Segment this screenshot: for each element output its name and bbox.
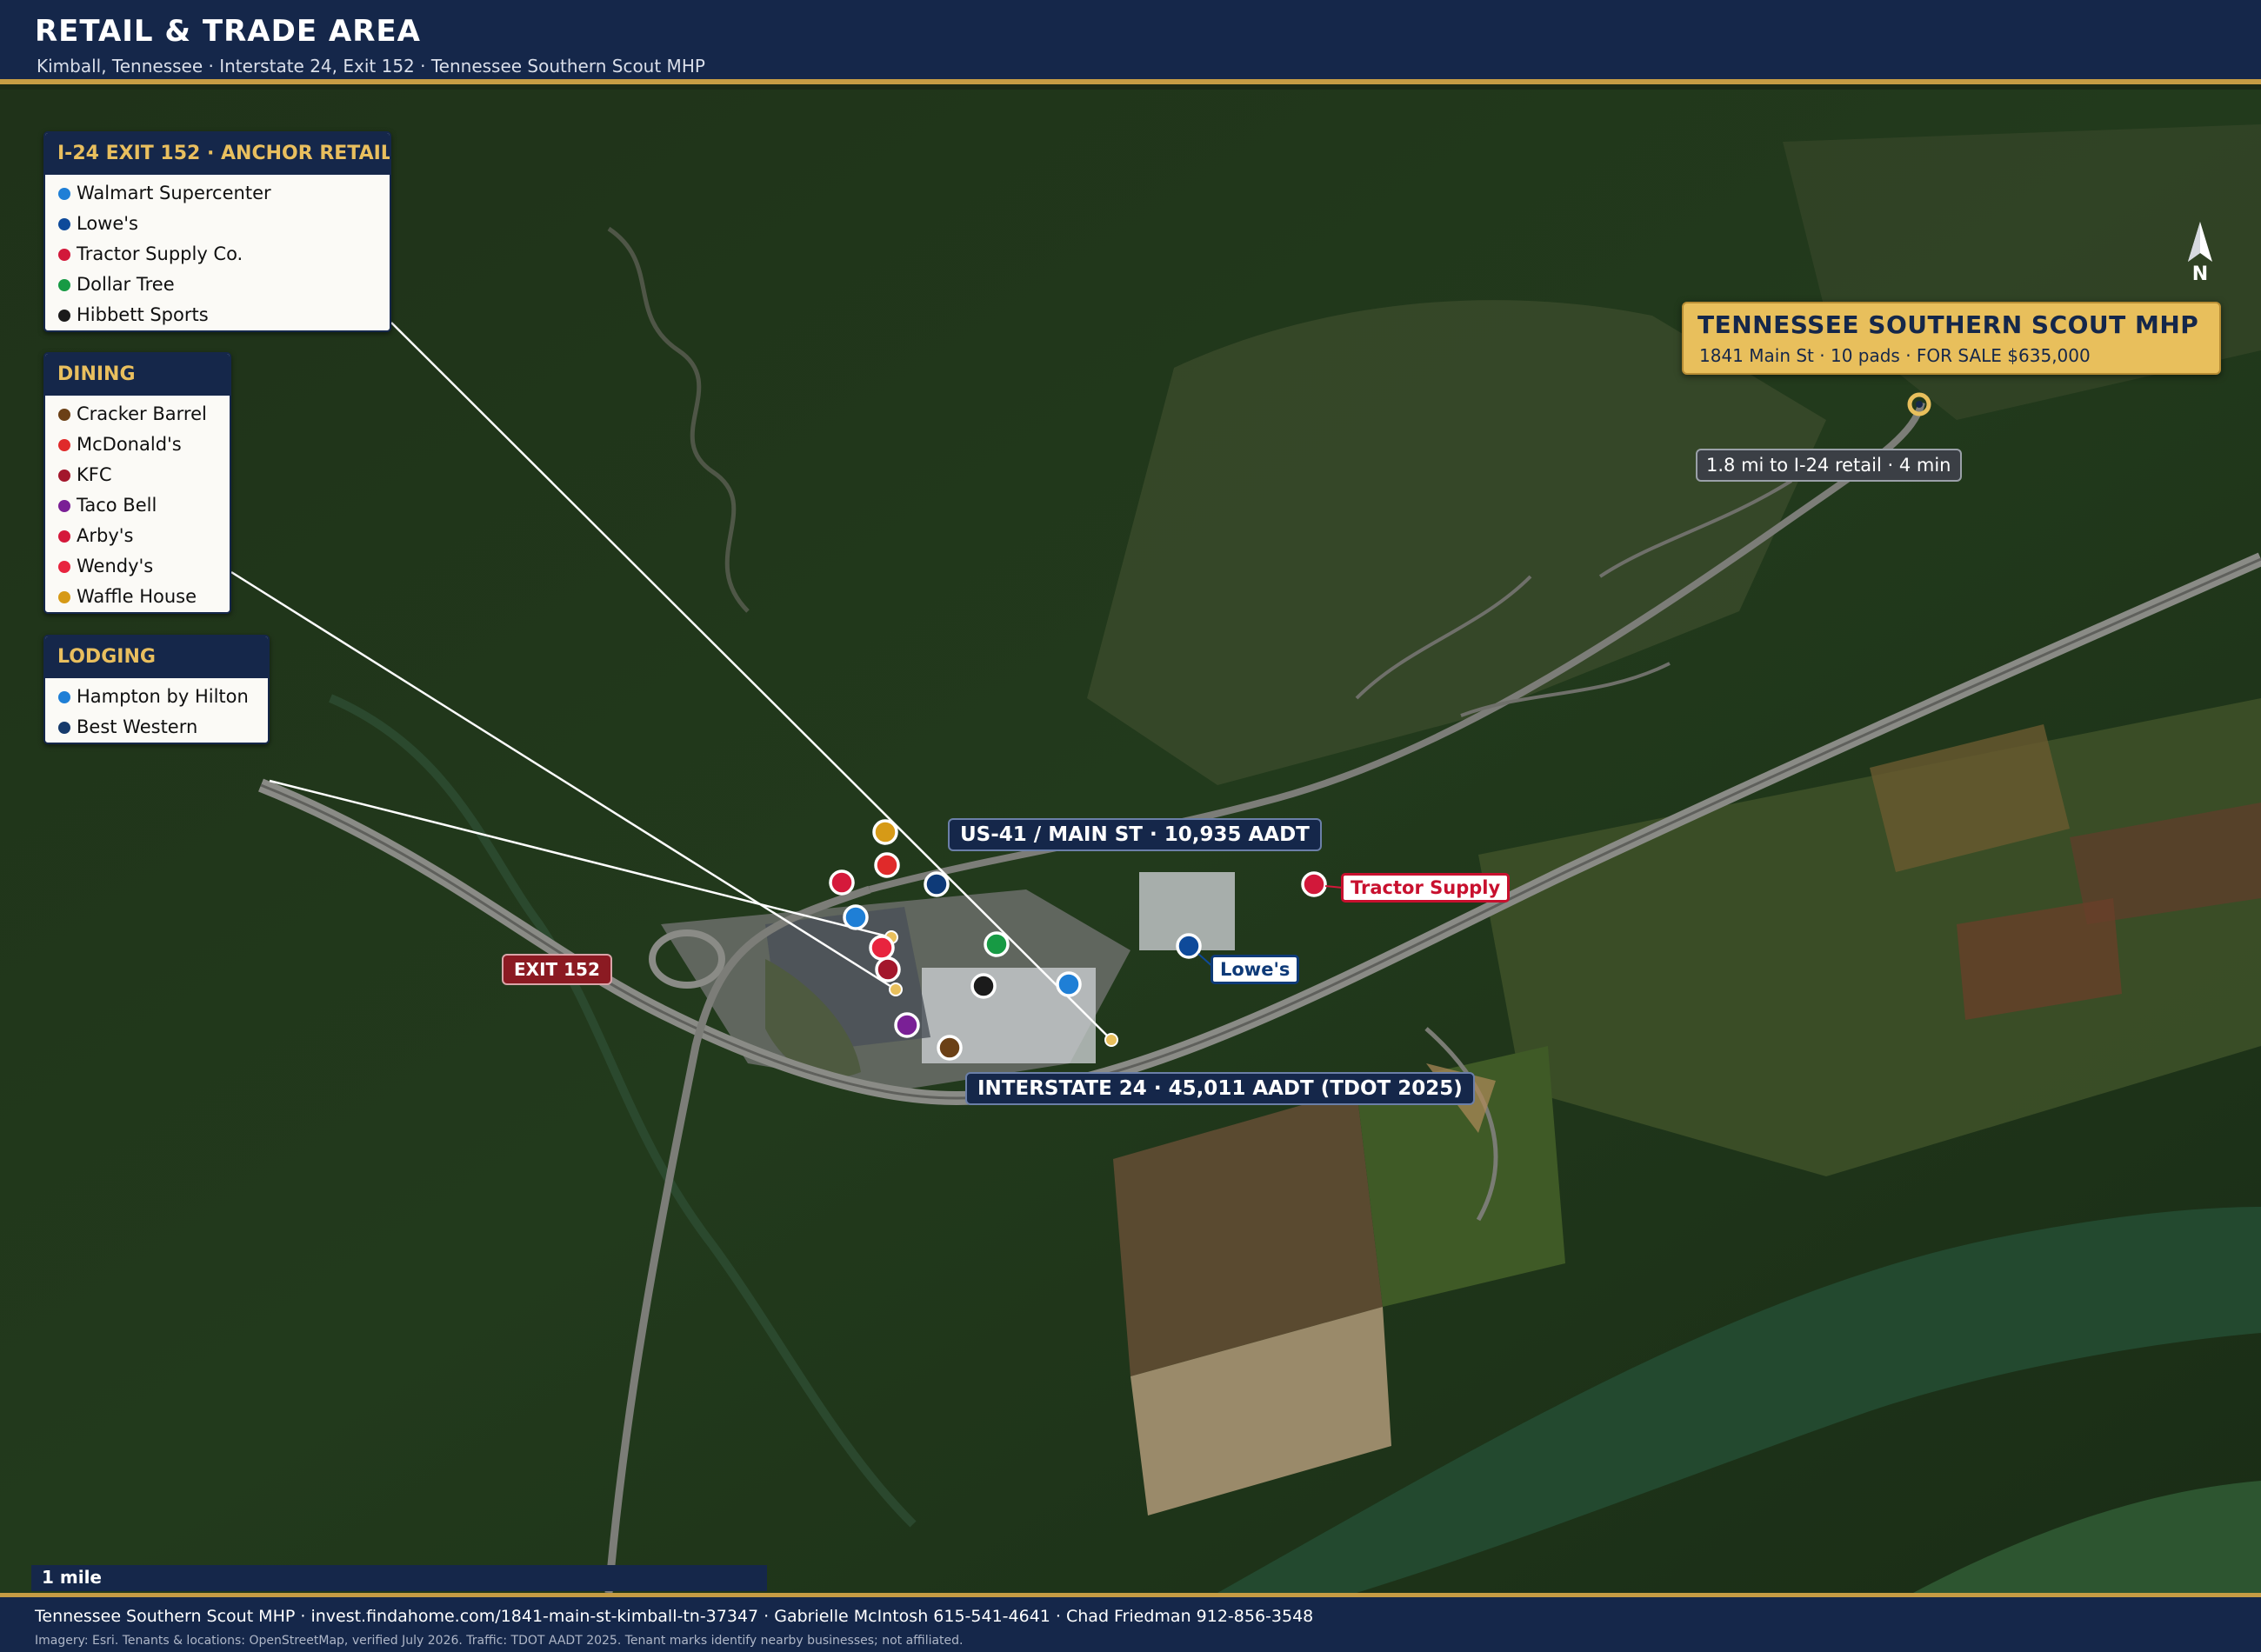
legend-item: Wendy's — [45, 551, 230, 582]
legend-item: Lowe's — [45, 209, 390, 239]
marker-kfc[interactable] — [875, 956, 901, 983]
legend-item: Hibbett Sports — [45, 300, 390, 330]
marker-lowes[interactable] — [1176, 933, 1202, 959]
legend-dot-icon — [58, 722, 70, 734]
legend-item: Arby's — [45, 521, 230, 551]
dining-cluster-point — [889, 983, 903, 996]
north-arrow-icon — [2188, 222, 2212, 262]
marker-tractor-supply[interactable] — [1301, 871, 1327, 897]
anchor-cluster-point — [1104, 1033, 1118, 1047]
marker-walmart[interactable] — [1056, 971, 1082, 997]
legend-dot-icon — [58, 470, 70, 482]
legend-item-label: Hibbett Sports — [77, 304, 209, 325]
legend-item-label: Lowe's — [77, 213, 138, 234]
legend-dot-icon — [58, 691, 70, 703]
legend-lodging-list: Hampton by Hilton Best Western — [45, 678, 268, 743]
legend-dining-title: DINING — [45, 354, 230, 396]
legend-item: Waffle House — [45, 582, 230, 612]
legend-item-label: Walmart Supercenter — [77, 183, 271, 203]
tractor-supply-tag[interactable]: Tractor Supply — [1341, 873, 1511, 903]
property-detail: 1841 Main St · 10 pads · FOR SALE $635,0… — [1699, 345, 2091, 366]
lowes-tag[interactable]: Lowe's — [1211, 955, 1300, 984]
i24-label: INTERSTATE 24 · 45,011 AADT (TDOT 2025) — [965, 1072, 1475, 1105]
legend-item-label: Dollar Tree — [77, 274, 175, 295]
legend-item: Best Western — [45, 712, 268, 743]
legend-dot-icon — [58, 561, 70, 573]
marker-taco-bell[interactable] — [894, 1012, 920, 1038]
page-subtitle: Kimball, Tennessee · Interstate 24, Exit… — [37, 56, 705, 77]
legend-dot-icon — [58, 530, 70, 543]
legend-dot-icon — [58, 218, 70, 230]
legend-dot-icon — [58, 591, 70, 603]
north-arrow: N — [2181, 220, 2219, 290]
legend-item: Tractor Supply Co. — [45, 239, 390, 270]
legend-item-label: Waffle House — [77, 586, 197, 607]
legend-dot-icon — [58, 249, 70, 261]
legend-item-label: Taco Bell — [77, 495, 157, 516]
legend-item-label: KFC — [77, 464, 112, 485]
page-title: RETAIL & TRADE AREA — [35, 14, 421, 49]
legend-item-label: Cracker Barrel — [77, 403, 207, 424]
legend-anchor-list: Walmart Supercenter Lowe's Tractor Supply … — [45, 175, 390, 330]
header-bar: RETAIL & TRADE AREA Kimball, Tennessee ·… — [0, 0, 2261, 84]
north-letter: N — [2191, 263, 2209, 285]
legend-anchor-title: I-24 EXIT 152 · ANCHOR RETAIL — [45, 133, 390, 175]
legend-item-label: McDonald's — [77, 434, 182, 455]
legend-item: McDonald's — [45, 430, 230, 460]
drive-time-label: 1.8 mi to I-24 retail · 4 min — [1696, 449, 1962, 482]
legend-lodging-title: LODGING — [45, 636, 268, 678]
legend-anchor-retail: I-24 EXIT 152 · ANCHOR RETAIL Walmart Su… — [43, 131, 391, 332]
marker-wendys[interactable] — [869, 935, 895, 961]
us41-label: US-41 / MAIN ST · 10,935 AADT — [948, 818, 1322, 851]
legend-item-label: Tractor Supply Co. — [77, 243, 243, 264]
legend-dot-icon — [58, 310, 70, 322]
legend-dot-icon — [58, 439, 70, 451]
scale-bar: 1 mile — [31, 1565, 767, 1591]
legend-item: Hampton by Hilton — [45, 682, 268, 712]
footer-bar: Tennessee Southern Scout MHP · invest.fi… — [0, 1593, 2261, 1652]
legend-item: KFC — [45, 460, 230, 490]
legend-item-label: Hampton by Hilton — [77, 686, 249, 707]
marker-cracker-barrel[interactable] — [937, 1035, 963, 1061]
footer-contact: Tennessee Southern Scout MHP · invest.fi… — [35, 1607, 1314, 1626]
footer-credits: Imagery: Esri. Tenants & locations: Open… — [35, 1634, 964, 1648]
legend-dot-icon — [58, 188, 70, 200]
scale-label: 1 mile — [42, 1567, 102, 1588]
marker-hampton[interactable] — [843, 904, 869, 930]
legend-dot-icon — [58, 409, 70, 421]
marker-hibbett-sports[interactable] — [970, 973, 997, 999]
legend-dining-list: Cracker Barrel McDonald's KFC Taco Bell Arby… — [45, 396, 230, 612]
marker-mcdonalds[interactable] — [874, 852, 900, 878]
property-name: TENNESSEE SOUTHERN SCOUT MHP — [1697, 310, 2199, 339]
legend-item-label: Best Western — [77, 716, 198, 737]
legend-item: Taco Bell — [45, 490, 230, 521]
legend-dining: DINING Cracker Barrel McDonald's KFC Taco B… — [43, 352, 231, 614]
legend-item: Walmart Supercenter — [45, 178, 390, 209]
legend-dot-icon — [58, 279, 70, 291]
marker-dollar-tree[interactable] — [984, 931, 1010, 957]
legend-lodging: LODGING Hampton by Hilton Best Western — [43, 635, 270, 744]
property-marker-center — [1916, 401, 1923, 408]
legend-dot-icon — [58, 500, 70, 512]
legend-item-label: Wendy's — [77, 556, 154, 576]
marker-waffle-house[interactable] — [872, 819, 898, 845]
marker-arbys[interactable] — [829, 869, 855, 896]
legend-item: Cracker Barrel — [45, 399, 230, 430]
property-callout[interactable]: TENNESSEE SOUTHERN SCOUT MHP 1841 Main S… — [1682, 302, 2221, 375]
legend-item: Dollar Tree — [45, 270, 390, 300]
exit-152-label: EXIT 152 — [502, 954, 612, 985]
marker-best-western[interactable] — [924, 871, 950, 897]
legend-item-label: Arby's — [77, 525, 134, 546]
